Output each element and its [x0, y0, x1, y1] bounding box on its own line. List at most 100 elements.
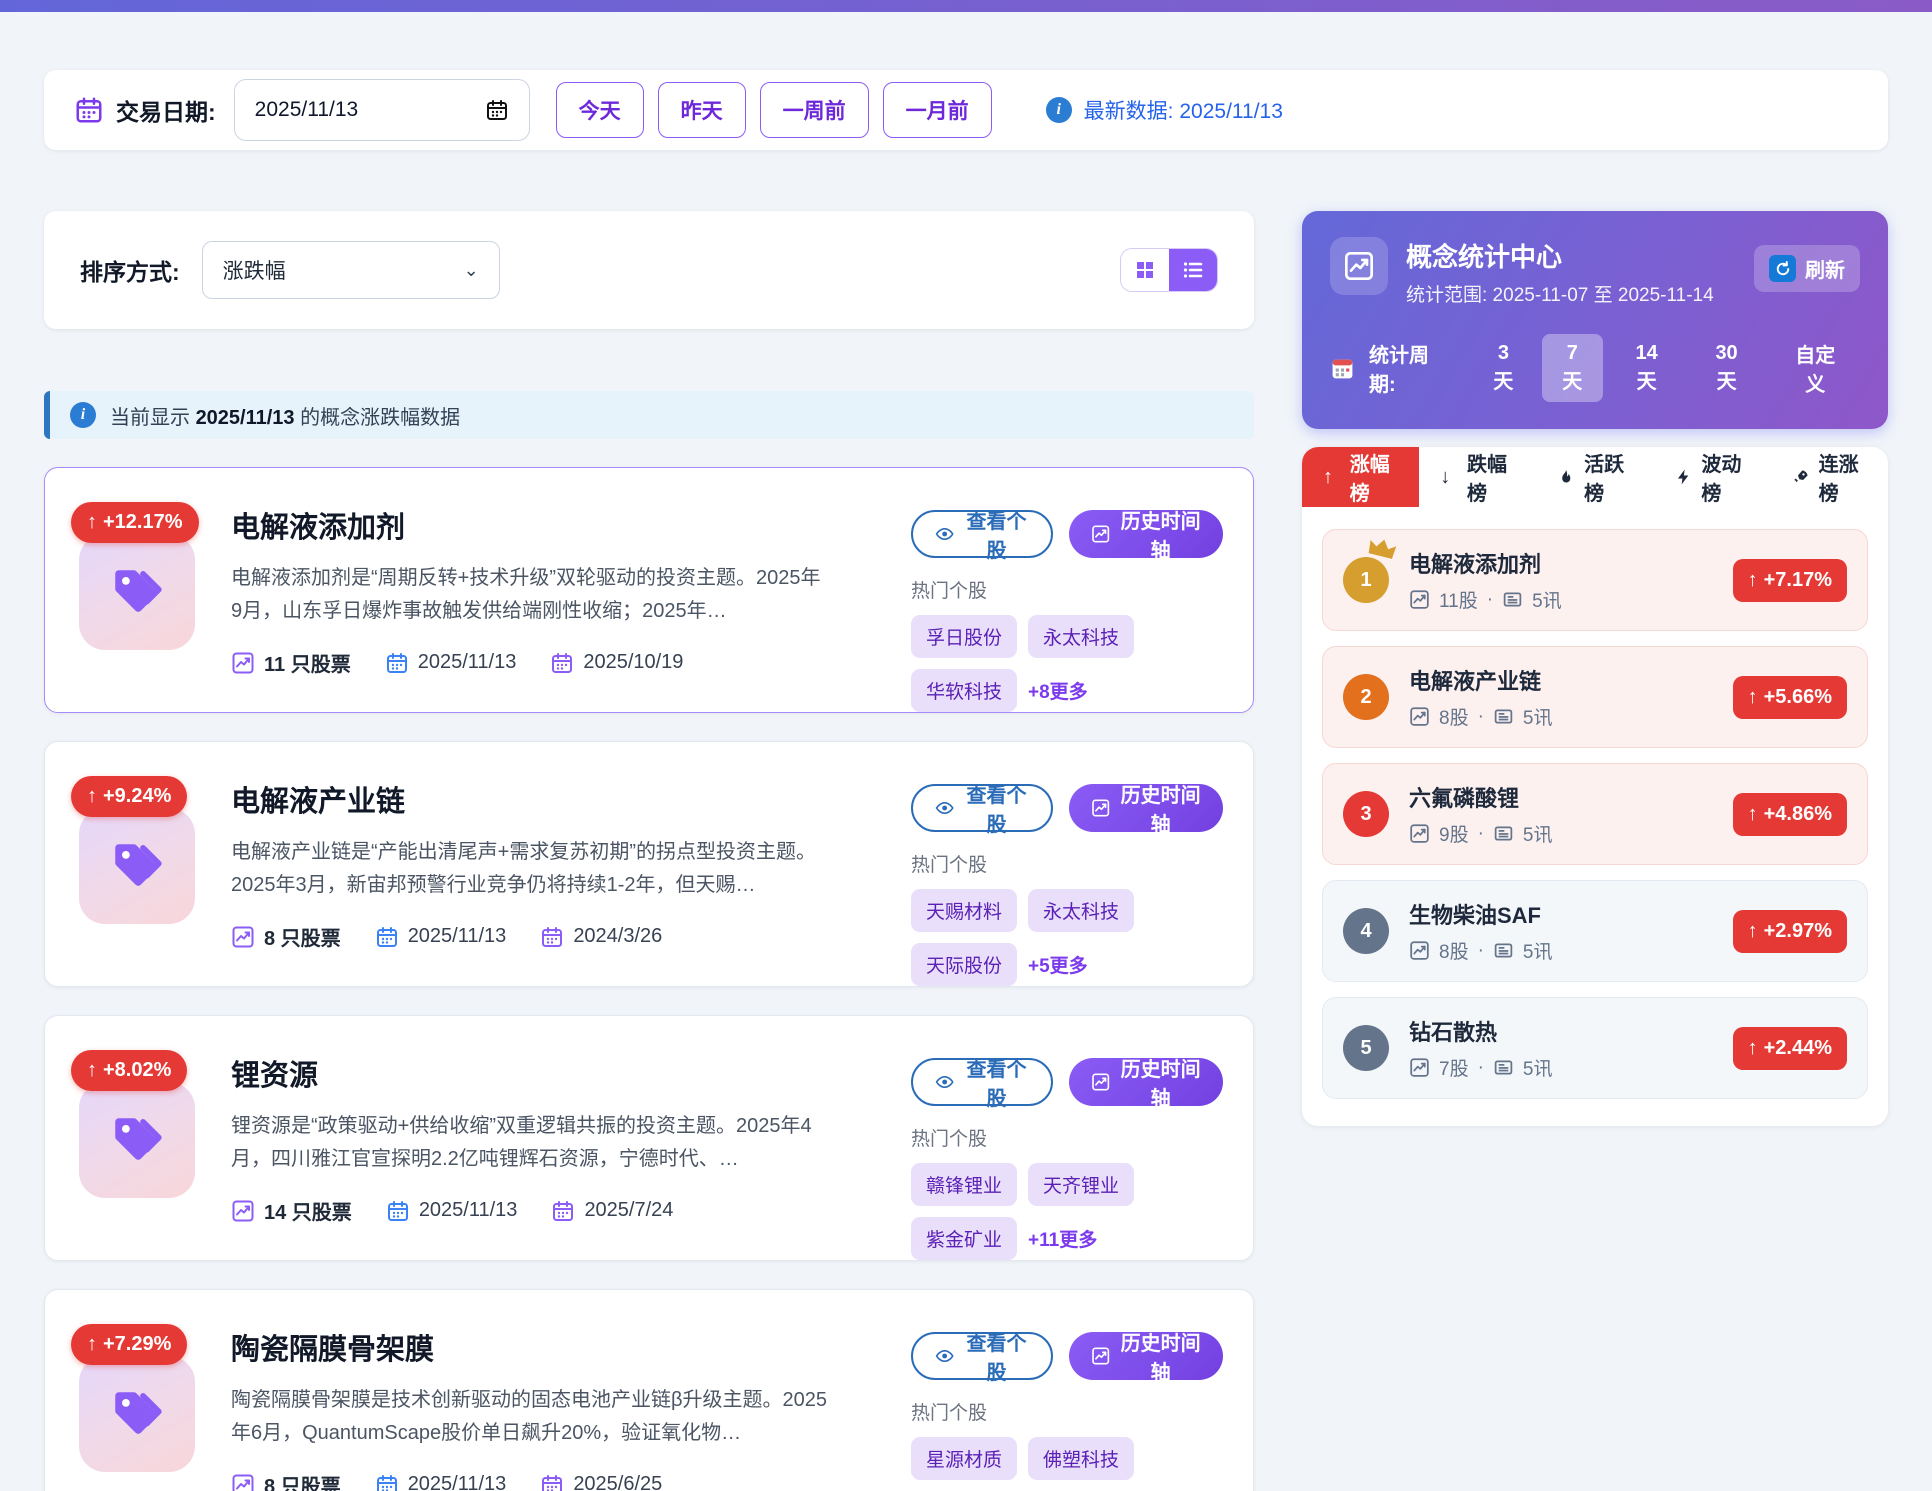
month-ago-button[interactable]: 一月前	[883, 82, 992, 138]
history-timeline-button[interactable]: 历史时间轴	[1069, 1058, 1223, 1106]
latest-data-note: i 最新数据: 2025/11/13	[1046, 95, 1283, 125]
ranking-item[interactable]: 2 电解液产业链 8股·5讯 ↑+5.66%	[1322, 646, 1868, 748]
concept-card[interactable]: ↑+8.02% 锂资源 锂资源是“政策驱动+供给收缩”双重逻辑共振的投资主题。2…	[44, 1015, 1254, 1261]
period-label: 统计周期:	[1369, 339, 1455, 397]
stock-chip[interactable]: 佛塑科技	[1028, 1437, 1134, 1480]
stock-chip[interactable]: 孚日股份	[911, 615, 1017, 658]
hot-stocks-label: 热门个股	[911, 1124, 1223, 1151]
create-date: 2025/10/19	[583, 651, 683, 674]
rank-news-count: 5讯	[1532, 586, 1562, 613]
period-7d-button[interactable]: 7天	[1542, 334, 1603, 402]
chart-line-icon	[231, 651, 255, 675]
rank-change-badge: ↑+2.97%	[1733, 910, 1847, 953]
eye-icon	[935, 796, 954, 820]
concept-title: 陶瓷隔膜骨架膜	[231, 1326, 881, 1368]
ranking-item[interactable]: 4 生物柴油SAF 8股·5讯 ↑+2.97%	[1322, 880, 1868, 982]
yesterday-button[interactable]: 昨天	[658, 82, 746, 138]
more-stocks-link[interactable]: +5更多	[1028, 951, 1088, 978]
rank-change-badge: ↑+7.17%	[1733, 559, 1847, 602]
refresh-button[interactable]: 刷新	[1754, 245, 1860, 292]
info-icon: i	[70, 402, 96, 428]
rank-stock-count: 11股	[1439, 586, 1478, 613]
ranking-item[interactable]: 1 电解液添加剂 11股·5讯 ↑+7.17%	[1322, 529, 1868, 631]
hot-stocks-label: 热门个股	[911, 850, 1223, 877]
list-view-button[interactable]	[1169, 249, 1217, 291]
concept-card[interactable]: ↑+7.29% 陶瓷隔膜骨架膜 陶瓷隔膜骨架膜是技术创新驱动的固态电池产业链β升…	[44, 1289, 1254, 1491]
change-badge: ↑+12.17%	[71, 502, 199, 543]
trade-date-label: 交易日期:	[116, 93, 216, 127]
today-button[interactable]: 今天	[556, 82, 644, 138]
concept-card[interactable]: ↑+12.17% 电解液添加剂 电解液添加剂是“周期反转+技术升级”双轮驱动的投…	[44, 467, 1254, 713]
period-3d-button[interactable]: 3天	[1473, 334, 1534, 402]
sort-label: 排序方式:	[80, 253, 180, 287]
grid-view-button[interactable]	[1121, 249, 1169, 291]
stock-count: 14 只股票	[264, 1196, 352, 1225]
chart-line-icon	[1091, 1344, 1110, 1368]
view-stocks-button[interactable]: 查看个股	[911, 1332, 1053, 1380]
stock-chip[interactable]: 紫金矿业	[911, 1217, 1017, 1260]
ranking-item[interactable]: 5 钻石散热 7股·5讯 ↑+2.44%	[1322, 997, 1868, 1099]
stock-chip[interactable]: 天际股份	[911, 943, 1017, 986]
chart-line-icon	[1091, 522, 1110, 546]
ranking-item[interactable]: 3 六氟磷酸锂 9股·5讯 ↑+4.86%	[1322, 763, 1868, 865]
arrow-up-icon: ↑	[1323, 466, 1341, 488]
calendar-icon	[74, 95, 104, 125]
more-stocks-link[interactable]: +11更多	[1028, 1225, 1097, 1252]
sort-select[interactable]: 涨跌幅 ⌄	[202, 241, 500, 299]
rank-change-badge: ↑+2.44%	[1733, 1027, 1847, 1070]
chart-line-icon	[1409, 589, 1430, 610]
concept-card[interactable]: ↑+9.24% 电解液产业链 电解液产业链是“产能出清尾声+需求复苏初期”的拐点…	[44, 741, 1254, 987]
grid-icon	[1133, 258, 1157, 282]
view-stocks-button[interactable]: 查看个股	[911, 784, 1053, 832]
chart-line-icon	[1409, 823, 1430, 844]
history-timeline-button[interactable]: 历史时间轴	[1069, 784, 1223, 832]
rank-news-count: 5讯	[1523, 1054, 1553, 1081]
stock-chip[interactable]: 天齐锂业	[1028, 1163, 1134, 1206]
history-timeline-button[interactable]: 历史时间轴	[1069, 1332, 1223, 1380]
calendar-blue-icon	[375, 1473, 399, 1491]
news-icon	[1493, 706, 1514, 727]
tab-volatility[interactable]: 波动榜	[1654, 447, 1771, 507]
period-14d-button[interactable]: 14天	[1611, 334, 1683, 402]
chevron-down-icon: ⌄	[464, 260, 479, 281]
calendar-purple-icon	[540, 1473, 564, 1491]
tab-active[interactable]: 活跃榜	[1536, 447, 1653, 507]
concept-description: 陶瓷隔膜骨架膜是技术创新驱动的固态电池产业链β升级主题。2025年6月，Quan…	[231, 1384, 831, 1450]
flame-icon	[1557, 466, 1575, 488]
chart-line-icon	[1091, 796, 1110, 820]
calendar-blue-icon	[375, 925, 399, 949]
date-input[interactable]: 2025/11/13	[234, 79, 530, 141]
chart-line-icon	[231, 1473, 255, 1491]
date-picker-icon[interactable]	[485, 98, 509, 122]
stock-chip[interactable]: 星源材质	[911, 1437, 1017, 1480]
calendar-blue-icon	[385, 651, 409, 675]
refresh-icon	[1769, 255, 1796, 282]
tab-streak[interactable]: 连涨榜	[1771, 447, 1888, 507]
more-stocks-link[interactable]: +8更多	[1028, 677, 1088, 704]
tab-gainers[interactable]: ↑涨幅榜	[1302, 447, 1419, 507]
rank-number: 2	[1343, 674, 1389, 720]
stock-chip[interactable]: 天赐材料	[911, 889, 1017, 932]
stats-range: 统计范围: 2025-11-07 至 2025-11-14	[1406, 280, 1714, 307]
period-30d-button[interactable]: 30天	[1691, 334, 1763, 402]
concept-stats-panel: 概念统计中心 统计范围: 2025-11-07 至 2025-11-14 刷新 …	[1302, 211, 1888, 429]
week-ago-button[interactable]: 一周前	[760, 82, 869, 138]
top-accent-bar	[0, 0, 1932, 12]
chart-line-icon	[1091, 1070, 1110, 1094]
view-stocks-button[interactable]: 查看个股	[911, 1058, 1053, 1106]
stock-chip[interactable]: 永太科技	[1028, 615, 1134, 658]
stats-panel-title: 概念统计中心	[1406, 237, 1714, 274]
period-custom-button[interactable]: 自定义	[1771, 331, 1861, 405]
concept-title: 锂资源	[231, 1052, 881, 1094]
stock-chip[interactable]: 赣锋锂业	[911, 1163, 1017, 1206]
quick-date-buttons: 今天 昨天 一周前 一月前	[556, 82, 992, 138]
tab-losers[interactable]: ↓跌幅榜	[1419, 447, 1536, 507]
history-timeline-button[interactable]: 历史时间轴	[1069, 510, 1223, 558]
stock-chip[interactable]: 华软科技	[911, 669, 1017, 712]
stock-chip[interactable]: 永太科技	[1028, 889, 1134, 932]
hot-stocks-label: 热门个股	[911, 1398, 1223, 1425]
concept-title: 电解液产业链	[231, 778, 881, 820]
view-stocks-button[interactable]: 查看个股	[911, 510, 1053, 558]
rank-concept-name: 六氟磷酸锂	[1409, 781, 1552, 813]
rank-stock-count: 8股	[1439, 937, 1469, 964]
